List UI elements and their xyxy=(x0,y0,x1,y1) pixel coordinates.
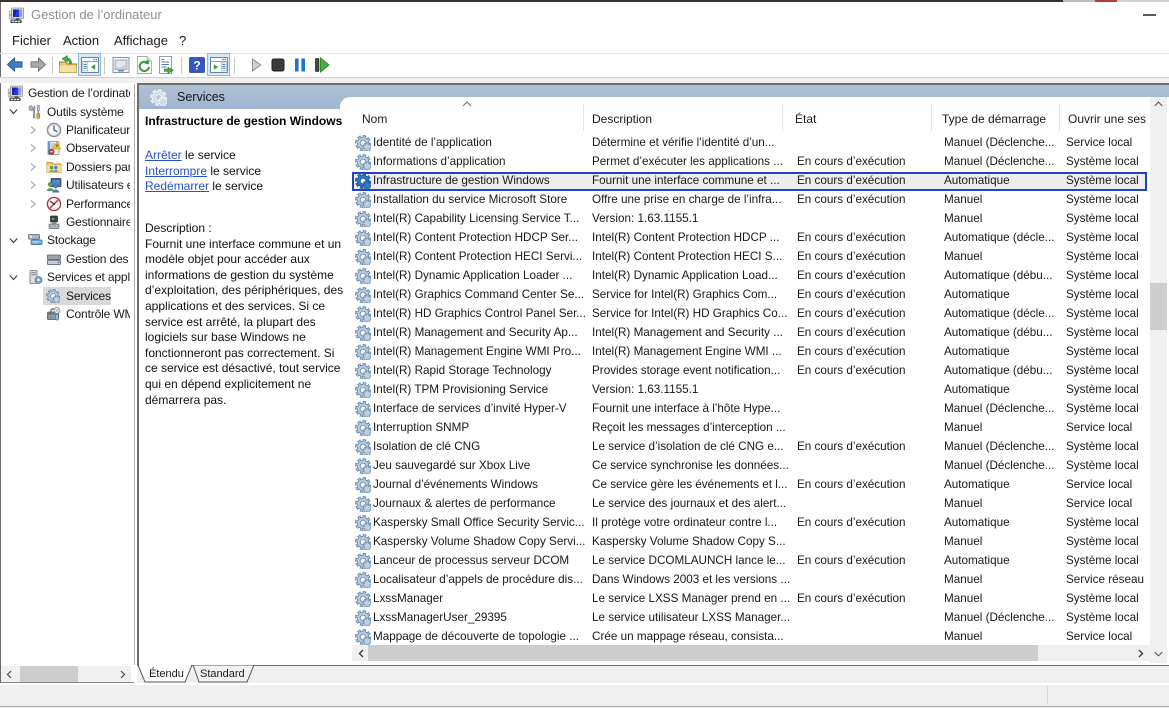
svg-text:?: ? xyxy=(193,59,200,73)
